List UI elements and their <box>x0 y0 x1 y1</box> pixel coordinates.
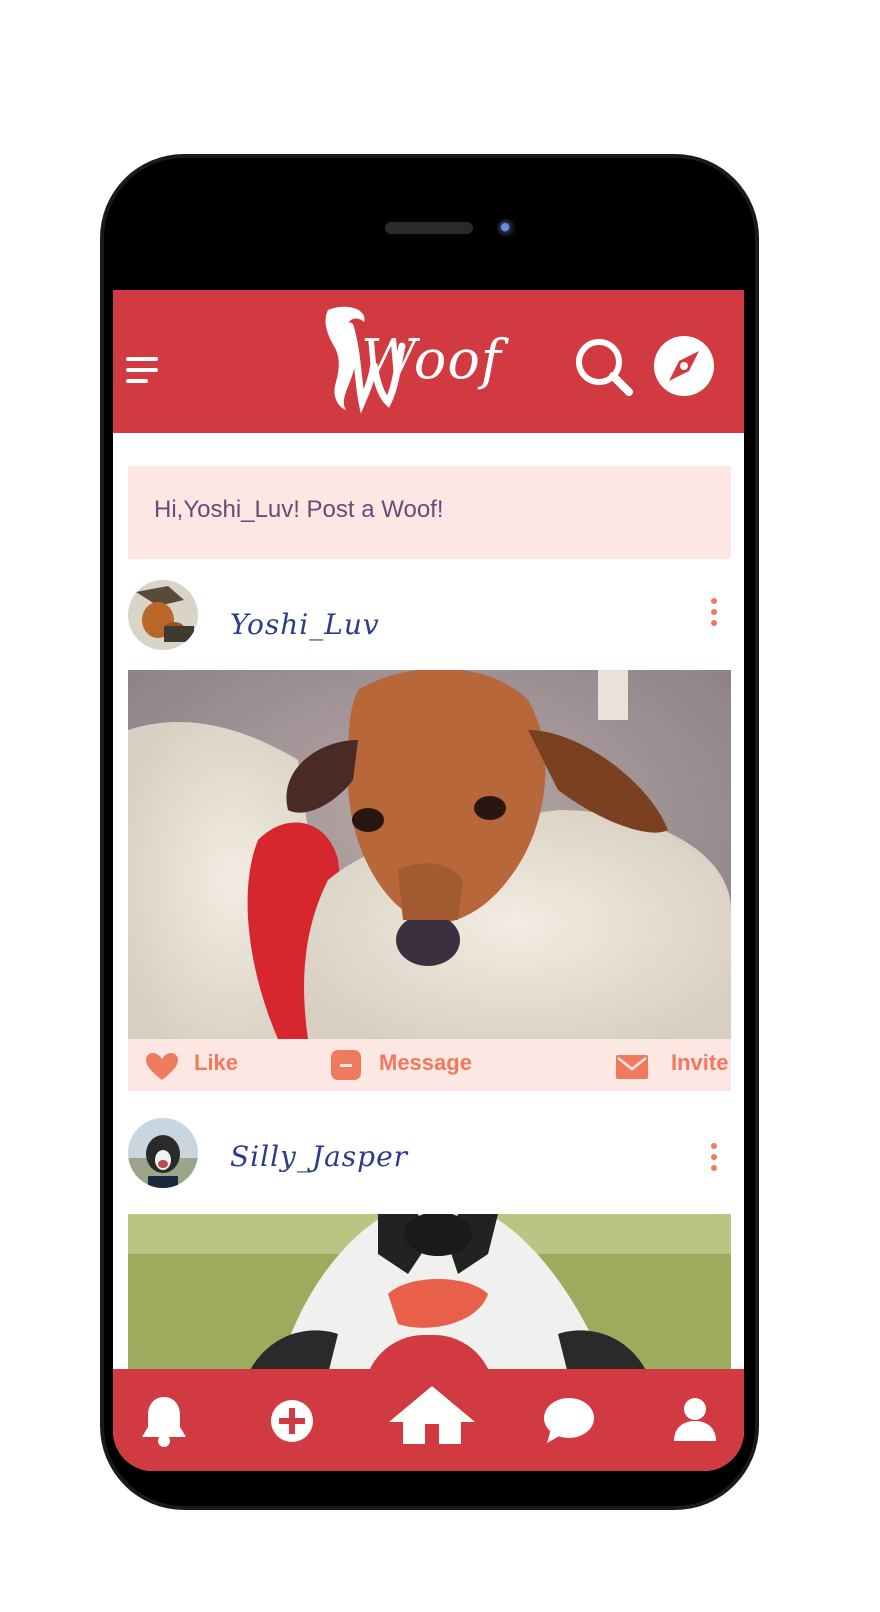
message-icon[interactable] <box>331 1050 361 1080</box>
message-button[interactable]: Message <box>379 1050 472 1076</box>
hamburger-menu-icon[interactable] <box>126 357 158 385</box>
plus-circle-icon[interactable] <box>269 1398 315 1444</box>
home-icon[interactable] <box>387 1384 477 1444</box>
avatar[interactable] <box>128 1118 198 1188</box>
post-username[interactable]: Silly_Jasper <box>230 1140 408 1173</box>
post-action-bar: Like Message Invite <box>128 1039 731 1091</box>
bell-icon[interactable] <box>138 1395 190 1447</box>
post-photo[interactable] <box>128 670 731 1039</box>
compose-prompt: Hi,Yoshi_Luv! Post a Woof! <box>154 496 444 523</box>
top-bar: Woof <box>113 290 744 433</box>
like-button[interactable]: Like <box>194 1050 238 1076</box>
invite-button[interactable]: Invite <box>671 1050 728 1076</box>
logo-wordmark: Woof <box>361 328 502 391</box>
post-username[interactable]: Yoshi_Luv <box>230 608 380 641</box>
compose-post-box[interactable]: Hi,Yoshi_Luv! Post a Woof! <box>128 466 731 559</box>
phone-camera <box>497 219 515 237</box>
heart-icon[interactable] <box>146 1053 178 1081</box>
bottom-nav-bar <box>113 1369 744 1471</box>
more-options-icon[interactable] <box>709 598 719 632</box>
profile-icon[interactable] <box>672 1397 718 1443</box>
envelope-icon[interactable] <box>616 1055 648 1079</box>
avatar[interactable] <box>128 580 198 650</box>
app-screen: Woof Hi,Yoshi_Luv! Post a Woof! Yoshi_Lu… <box>113 290 744 1471</box>
compass-icon[interactable] <box>653 335 715 397</box>
chat-bubble-icon[interactable] <box>543 1397 595 1445</box>
more-options-icon[interactable] <box>709 1143 719 1177</box>
search-icon[interactable] <box>573 336 635 398</box>
phone-speaker <box>385 222 473 234</box>
